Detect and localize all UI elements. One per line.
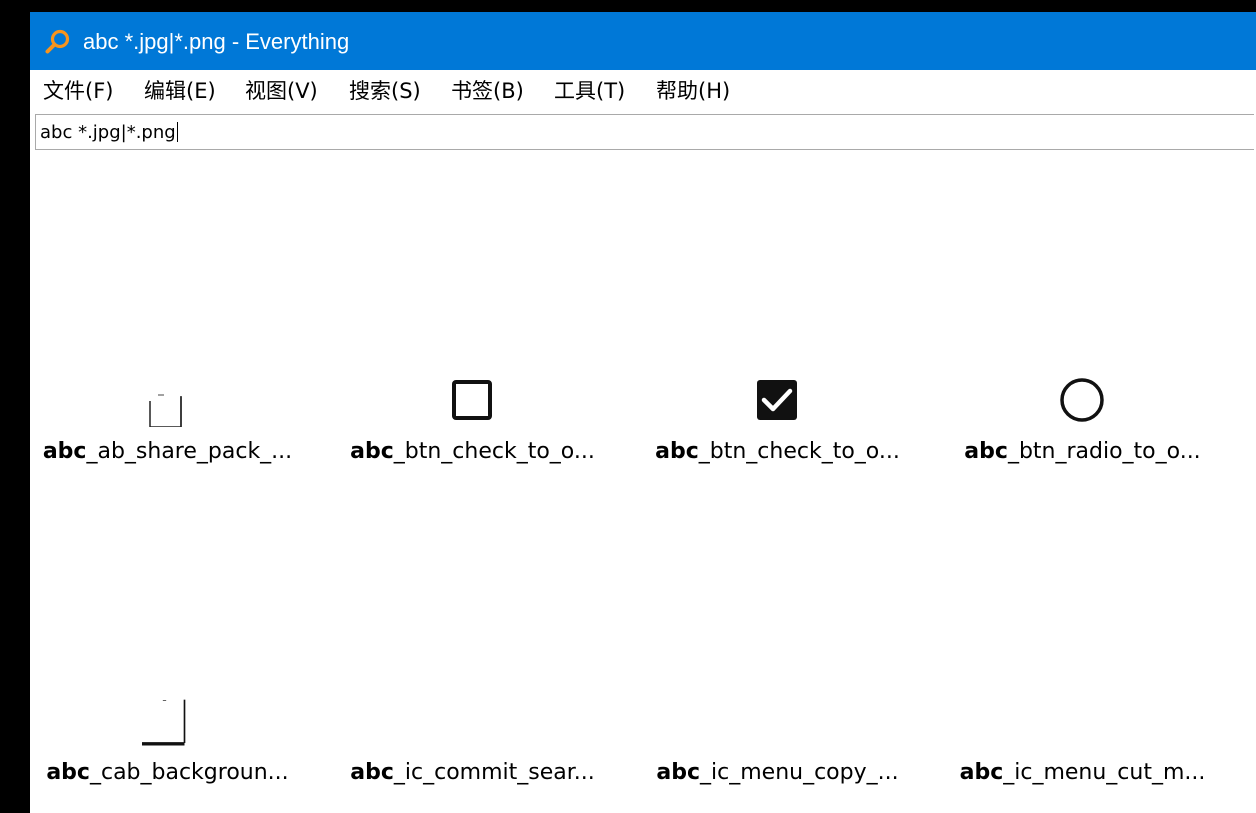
menu-help[interactable]: 帮助(H) [656, 78, 730, 104]
search-input-value: abc *.jpg|*.png [40, 122, 176, 143]
title-bar[interactable]: abc *.jpg|*.png - Everything [30, 12, 1256, 70]
result-filename: abc_ic_menu_cut_m... [959, 760, 1206, 785]
blank-thumbnail-icon [752, 698, 802, 748]
result-filename: abc_ic_menu_copy_... [656, 760, 899, 785]
text-caret [176, 122, 178, 142]
result-filename: abc_ab_share_pack_... [42, 439, 293, 464]
search-input-value-wrap: abc *.jpg|*.png [40, 122, 178, 144]
share-pack-thumbnail-icon [149, 394, 182, 427]
search-magnifier-icon [45, 29, 70, 54]
result-item[interactable]: abc_btn_check_to_o... [640, 377, 915, 497]
result-item[interactable]: abc_btn_radio_to_o... [945, 377, 1220, 497]
result-item[interactable]: abc_ic_menu_cut_m... [945, 698, 1220, 813]
result-item[interactable]: abc_ic_menu_copy_... [640, 698, 915, 813]
blank-thumbnail-icon [1057, 698, 1107, 748]
result-filename: abc_btn_check_to_o... [655, 439, 900, 464]
search-input[interactable]: abc *.jpg|*.png [35, 114, 1254, 150]
result-filename: abc_btn_check_to_o... [350, 439, 595, 464]
result-item[interactable]: abc_ab_share_pack_... [30, 377, 305, 497]
everything-window: abc *.jpg|*.png - Everything 文件(F) 编辑(E)… [30, 12, 1256, 813]
result-filename: abc_ic_commit_sear... [350, 760, 595, 785]
blank-thumbnail-icon [447, 698, 497, 748]
menu-bar: 文件(F) 编辑(E) 视图(V) 搜索(S) 书签(B) 工具(T) 帮助(H… [30, 70, 1256, 110]
menu-edit[interactable]: 编辑(E) [144, 78, 216, 104]
menu-tools[interactable]: 工具(T) [554, 78, 625, 104]
checkbox-checked-icon [757, 380, 797, 420]
result-item[interactable]: abc_ic_commit_sear... [335, 698, 610, 813]
result-filename: abc_btn_radio_to_o... [964, 439, 1201, 464]
menu-view[interactable]: 视图(V) [245, 78, 318, 104]
cab-background-thumbnail-icon [142, 699, 186, 746]
menu-file[interactable]: 文件(F) [43, 78, 113, 104]
result-item[interactable]: abc_cab_backgroun... [30, 698, 305, 813]
result-filename: abc_cab_backgroun... [46, 760, 289, 785]
result-item[interactable]: abc_btn_check_to_o... [335, 377, 610, 497]
radio-button-icon [1060, 378, 1104, 422]
results-thumbnail-grid: abc_ab_share_pack_... abc_btn_check_to_o… [30, 152, 1256, 813]
checkbox-unchecked-icon [452, 380, 492, 420]
menu-bookmarks[interactable]: 书签(B) [451, 78, 524, 104]
window-title: abc *.jpg|*.png - Everything [83, 29, 350, 54]
menu-search[interactable]: 搜索(S) [349, 78, 421, 104]
